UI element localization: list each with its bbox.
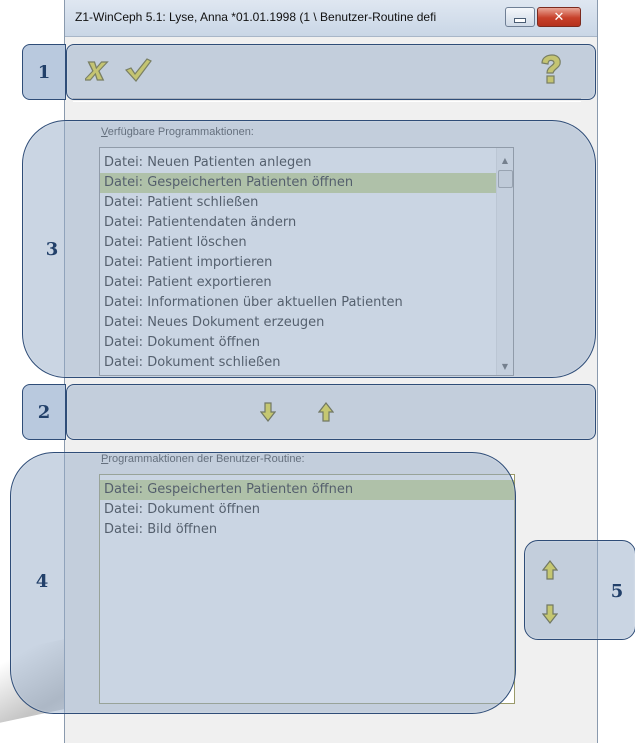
title-bar[interactable]: Z1-WinCeph 5.1: Lyse, Anna *01.01.1998 (… [65,0,597,37]
callout-badge-1: 1 [22,44,66,100]
callout-region-toolbar [66,44,596,100]
callout-badge-3: 3 [45,238,59,260]
callout-badge-5: 5 [610,580,624,602]
callout-region-transfer [66,384,596,440]
minimize-icon [514,17,526,23]
minimize-button[interactable] [505,7,535,27]
window-title: Z1-WinCeph 5.1: Lyse, Anna *01.01.1998 (… [75,10,437,24]
callout-badge-4: 4 [35,570,49,592]
close-icon: ✕ [553,9,565,25]
callout-region-available-list [22,120,596,378]
callout-region-routine-list [10,452,516,714]
close-button[interactable]: ✕ [537,7,581,27]
callout-badge-2: 2 [22,384,66,440]
